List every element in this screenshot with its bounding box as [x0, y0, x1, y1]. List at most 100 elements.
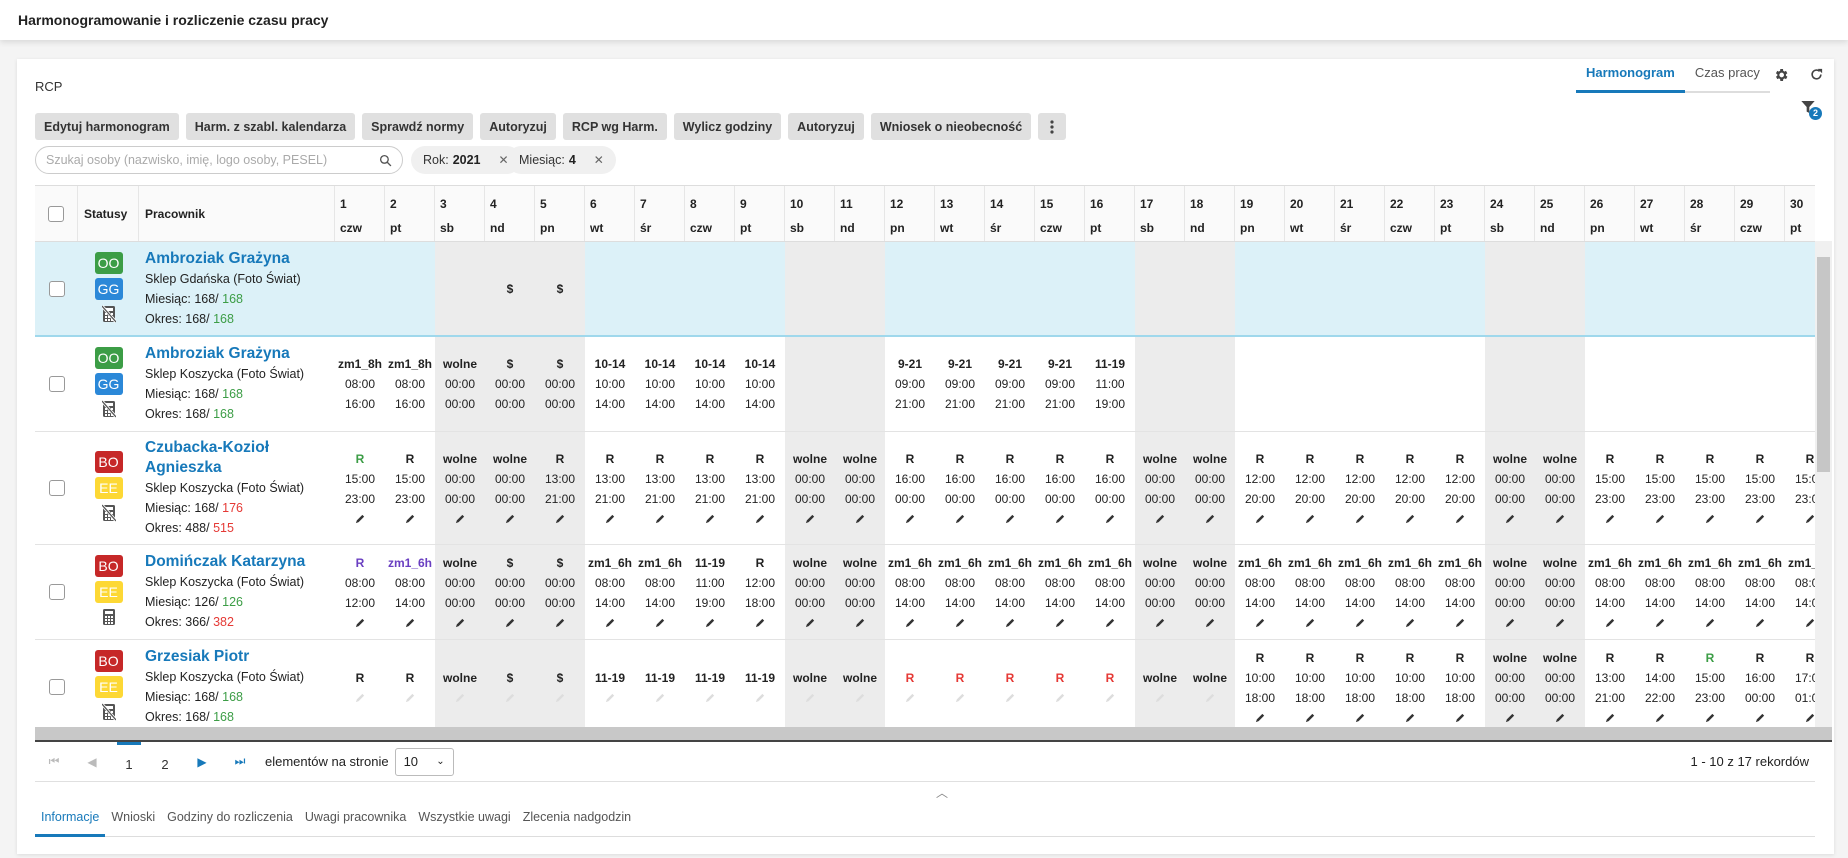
- search-icon[interactable]: [379, 154, 392, 167]
- day-cell[interactable]: wolne: [785, 640, 835, 727]
- edit-pencil-icon[interactable]: [905, 613, 916, 632]
- day-cell[interactable]: zm1_6h 08:00 14:00: [1785, 545, 1815, 639]
- edit-pencil-icon[interactable]: [1755, 708, 1766, 727]
- day-cell[interactable]: $00:00 00:00: [485, 545, 535, 639]
- header-day[interactable]: 7 śr: [635, 186, 685, 241]
- edit-pencil-icon[interactable]: [1055, 509, 1066, 528]
- edit-schedule-button[interactable]: Edytuj harmonogram: [35, 113, 179, 140]
- day-cell[interactable]: [1485, 337, 1535, 431]
- table-row[interactable]: BO EE Domińczak Katarzyna Sklep Koszycka (F…: [35, 545, 1815, 640]
- header-day[interactable]: 21 śr: [1335, 186, 1385, 241]
- day-cell[interactable]: [1135, 242, 1185, 335]
- edit-pencil-icon[interactable]: [405, 613, 416, 632]
- day-cell[interactable]: [1135, 337, 1185, 431]
- edit-pencil-icon[interactable]: [1105, 509, 1116, 528]
- day-cell[interactable]: R 10:00 18:00: [1385, 640, 1435, 727]
- day-cell[interactable]: [1385, 337, 1435, 431]
- day-cell[interactable]: zm1_6h 08:00 14:00: [1235, 545, 1285, 639]
- header-day[interactable]: 13 wt: [935, 186, 985, 241]
- day-cell[interactable]: R: [885, 640, 935, 727]
- edit-pencil-icon[interactable]: [1505, 509, 1516, 528]
- day-cell[interactable]: [1185, 242, 1235, 335]
- day-cell[interactable]: wolne: [1185, 640, 1235, 727]
- day-cell[interactable]: R 08:00 12:00: [335, 545, 385, 639]
- day-cell[interactable]: wolne 00:00 00:00: [1485, 545, 1535, 639]
- day-cell[interactable]: [985, 242, 1035, 335]
- tab-czas-pracy[interactable]: Czas pracy: [1685, 63, 1770, 91]
- edit-pencil-icon[interactable]: [505, 613, 516, 632]
- edit-pencil-icon[interactable]: [1255, 509, 1266, 528]
- row-checkbox[interactable]: [48, 584, 65, 600]
- next-page-icon[interactable]: ▶: [183, 755, 221, 769]
- day-cell[interactable]: [1435, 337, 1485, 431]
- day-cell[interactable]: R 16:00 00:00: [935, 432, 985, 544]
- day-cell[interactable]: R 12:00 20:00: [1235, 432, 1285, 544]
- check-norms-button[interactable]: Sprawdź normy: [362, 113, 474, 140]
- settings-gear-icon[interactable]: [1773, 67, 1789, 88]
- day-cell[interactable]: wolne 00:00 00:00: [835, 545, 885, 639]
- day-cell[interactable]: zm1_8h 08:00 16:00: [335, 337, 385, 431]
- day-cell[interactable]: R 12:00 18:00: [735, 545, 785, 639]
- authorize-button-2[interactable]: Autoryzuj: [788, 113, 864, 140]
- day-cell[interactable]: [1485, 242, 1535, 335]
- table-row[interactable]: OO GG Ambroziak Grażyna Sklep Gdańska (Foto…: [35, 242, 1815, 337]
- day-cell[interactable]: 11-19: [685, 640, 735, 727]
- day-cell[interactable]: wolne 00:00 00:00: [1485, 432, 1535, 544]
- schedule-from-template-button[interactable]: Harm. z szabl. kalendarza: [185, 113, 356, 140]
- scrollbar-thumb[interactable]: [1817, 257, 1830, 472]
- day-cell[interactable]: [1635, 337, 1685, 431]
- edit-pencil-icon[interactable]: [605, 509, 616, 528]
- day-cell[interactable]: [1535, 337, 1585, 431]
- edit-pencil-icon[interactable]: [1655, 613, 1666, 632]
- tab-harmonogram[interactable]: Harmonogram: [1576, 63, 1685, 93]
- day-cell[interactable]: zm1_6h 08:00 14:00: [1685, 545, 1735, 639]
- edit-pencil-icon[interactable]: [1755, 613, 1766, 632]
- edit-pencil-icon[interactable]: [1605, 708, 1616, 727]
- edit-pencil-icon[interactable]: [355, 509, 366, 528]
- edit-pencil-icon[interactable]: [1555, 509, 1566, 528]
- day-cell[interactable]: wolne 00:00 00:00: [1485, 640, 1535, 727]
- edit-pencil-icon[interactable]: [1705, 613, 1716, 632]
- edit-pencil-icon[interactable]: [905, 509, 916, 528]
- absence-request-button[interactable]: Wniosek o nieobecność: [870, 113, 1032, 140]
- day-cell[interactable]: [785, 337, 835, 431]
- day-cell[interactable]: zm1_6h 08:00 14:00: [1085, 545, 1135, 639]
- day-cell[interactable]: R 13:00 21:00: [1585, 640, 1635, 727]
- day-cell[interactable]: wolne 00:00 00:00: [1185, 432, 1235, 544]
- header-day[interactable]: 3 sb: [435, 186, 485, 241]
- edit-pencil-icon[interactable]: [1405, 613, 1416, 632]
- day-cell[interactable]: $: [535, 242, 585, 335]
- day-cell[interactable]: R 16:00 00:00: [885, 432, 935, 544]
- edit-pencil-icon[interactable]: [1305, 509, 1316, 528]
- table-row[interactable]: BO EE Czubacka-Kozioł Agnieszka Sklep Koszy…: [35, 432, 1815, 545]
- tab-informacje[interactable]: Informacje: [35, 806, 106, 837]
- day-cell[interactable]: zm1_6h 08:00 14:00: [635, 545, 685, 639]
- edit-pencil-icon[interactable]: [1055, 613, 1066, 632]
- day-cell[interactable]: 9-21 09:00 21:00: [1035, 337, 1085, 431]
- day-cell[interactable]: R 14:00 22:00: [1635, 640, 1685, 727]
- day-cell[interactable]: [935, 242, 985, 335]
- header-day[interactable]: 17 sb: [1135, 186, 1185, 241]
- edit-pencil-icon[interactable]: [655, 613, 666, 632]
- day-cell[interactable]: wolne 00:00 00:00: [785, 432, 835, 544]
- header-day[interactable]: 24 sb: [1485, 186, 1535, 241]
- header-day[interactable]: 6 wt: [585, 186, 635, 241]
- edit-pencil-icon[interactable]: [1705, 509, 1716, 528]
- edit-pencil-icon[interactable]: [1405, 509, 1416, 528]
- day-cell[interactable]: zm1_6h 08:00 14:00: [1285, 545, 1335, 639]
- day-cell[interactable]: wolne 00:00 00:00: [835, 432, 885, 544]
- day-cell[interactable]: R 13:00 21:00: [735, 432, 785, 544]
- search-input[interactable]: [46, 153, 379, 167]
- day-cell[interactable]: 10-14 10:00 14:00: [685, 337, 735, 431]
- edit-pencil-icon[interactable]: [805, 509, 816, 528]
- day-cell[interactable]: wolne 00:00 00:00: [1535, 545, 1585, 639]
- day-cell[interactable]: wolne 00:00 00:00: [435, 337, 485, 431]
- row-checkbox[interactable]: [48, 376, 65, 392]
- day-cell[interactable]: $: [485, 640, 535, 727]
- day-cell[interactable]: 9-21 09:00 21:00: [935, 337, 985, 431]
- day-cell[interactable]: R 13:00 21:00: [685, 432, 735, 544]
- day-cell[interactable]: R 16:00 00:00: [985, 432, 1035, 544]
- day-cell[interactable]: R 12:00 20:00: [1285, 432, 1335, 544]
- day-cell[interactable]: zm1_6h 08:00 14:00: [1635, 545, 1685, 639]
- day-cell[interactable]: 9-21 09:00 21:00: [885, 337, 935, 431]
